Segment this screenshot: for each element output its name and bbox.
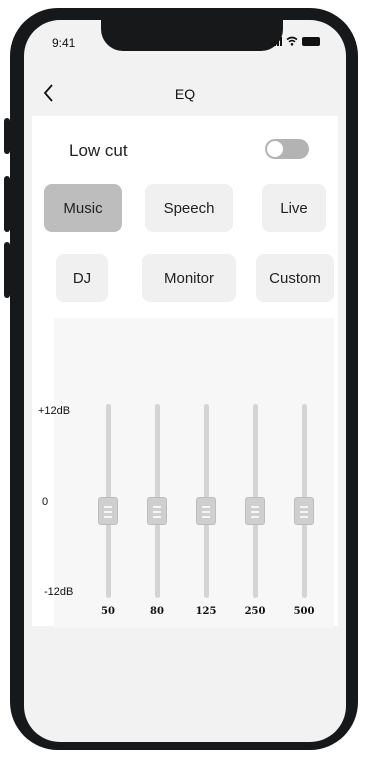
slider-grip-line <box>251 511 259 513</box>
slider-grip-line <box>300 511 308 513</box>
slider-grip-line <box>153 506 161 508</box>
battery-icon <box>302 37 320 46</box>
eq-band-slider-125[interactable] <box>196 497 216 525</box>
notch <box>101 20 283 51</box>
eq-band-slider-500[interactable] <box>294 497 314 525</box>
preset-music-button[interactable]: Music <box>44 184 122 232</box>
eq-band-freq-label: 250 <box>244 606 266 617</box>
phone-side-button <box>4 176 10 232</box>
phone-side-button <box>4 118 10 154</box>
eq-slider-area <box>54 318 334 628</box>
slider-grip-line <box>104 516 112 518</box>
slider-grip-line <box>251 516 259 518</box>
eq-band-freq-label: 125 <box>195 606 217 617</box>
low-cut-label: Low cut <box>69 141 128 160</box>
wifi-icon <box>286 36 298 46</box>
db-max-label: +12dB <box>38 405 71 417</box>
low-cut-toggle[interactable] <box>265 139 309 159</box>
eq-band-freq-label: 50 <box>101 606 115 617</box>
slider-grip-line <box>104 511 112 513</box>
eq-band-slider-80[interactable] <box>147 497 167 525</box>
slider-grip-line <box>300 506 308 508</box>
preset-dj-button[interactable]: DJ <box>56 254 108 302</box>
slider-grip-line <box>202 516 210 518</box>
slider-grip-line <box>153 516 161 518</box>
slider-grip-line <box>202 506 210 508</box>
status-icons <box>271 36 320 46</box>
slider-grip-line <box>300 516 308 518</box>
db-zero-label: 0 <box>42 496 49 508</box>
phone-side-button <box>4 242 10 298</box>
preset-monitor-button[interactable]: Monitor <box>142 254 236 302</box>
status-time: 9:41 <box>52 36 76 50</box>
page-title: EQ <box>174 86 196 102</box>
slider-grip-line <box>104 506 112 508</box>
eq-band-freq-label: 80 <box>150 606 164 617</box>
eq-band-freq-label: 500 <box>293 606 315 617</box>
eq-band-slider-250[interactable] <box>245 497 265 525</box>
signal-icon <box>271 36 282 46</box>
slider-grip-line <box>153 511 161 513</box>
slider-grip-line <box>202 511 210 513</box>
eq-band-slider-50[interactable] <box>98 497 118 525</box>
db-min-label: -12dB <box>44 586 74 598</box>
preset-live-button[interactable]: Live <box>262 184 326 232</box>
toggle-knob <box>267 141 283 157</box>
slider-grip-line <box>251 506 259 508</box>
preset-custom-button[interactable]: Custom <box>256 254 334 302</box>
preset-speech-button[interactable]: Speech <box>145 184 233 232</box>
